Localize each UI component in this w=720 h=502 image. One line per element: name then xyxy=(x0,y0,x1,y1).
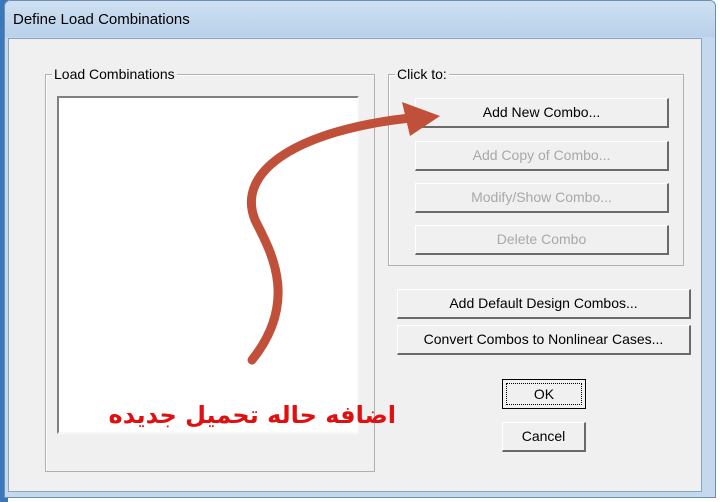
annotation-arrow-head xyxy=(402,102,440,136)
annotation-arrow-path xyxy=(246,113,415,365)
annotation-text: اضافه حاله تحميل جديده xyxy=(108,401,396,429)
